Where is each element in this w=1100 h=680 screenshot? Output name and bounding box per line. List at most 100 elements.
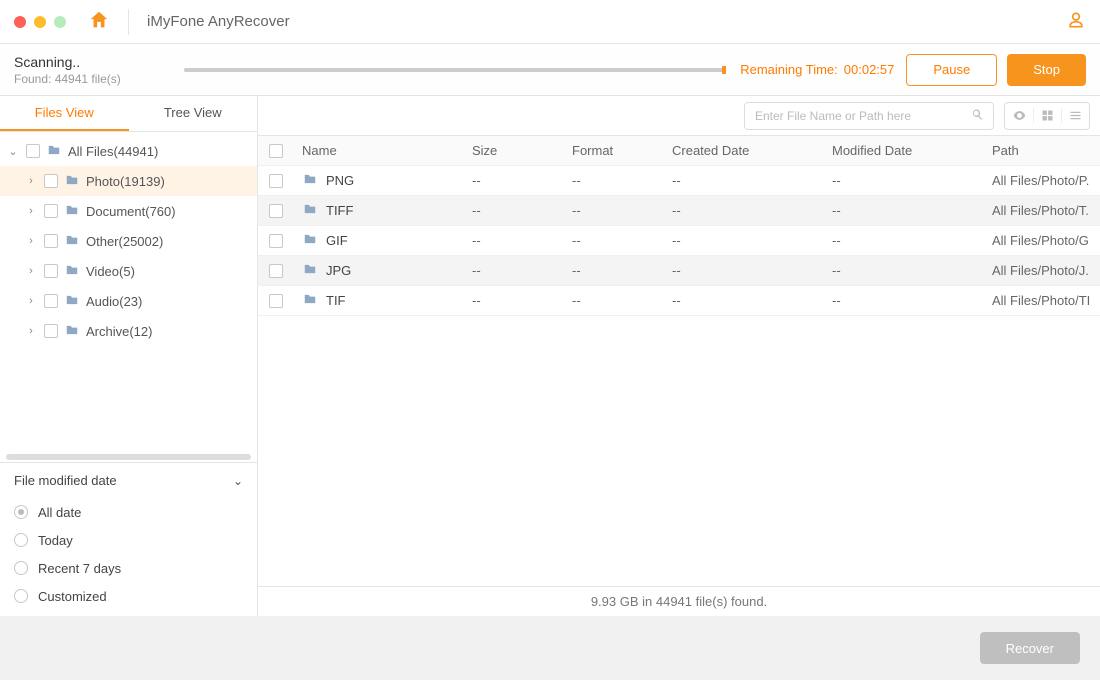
cell-path: All Files/Photo/T. [984, 203, 1100, 218]
cell-name: PNG [326, 173, 354, 188]
pause-button[interactable]: Pause [906, 54, 997, 86]
filter-option[interactable]: Customized [14, 582, 243, 610]
tree-checkbox[interactable] [44, 294, 58, 308]
row-checkbox[interactable] [269, 234, 283, 248]
table-row[interactable]: GIF--------All Files/Photo/G [258, 226, 1100, 256]
col-modified[interactable]: Modified Date [824, 143, 984, 158]
tree-toggle-icon[interactable]: › [24, 175, 38, 187]
cell-path: All Files/Photo/TI [984, 293, 1100, 308]
folder-icon [302, 232, 326, 249]
tree-item[interactable]: ›Document(760) [0, 196, 257, 226]
cell-format: -- [564, 173, 664, 188]
tree-label: All Files(44941) [68, 144, 158, 159]
col-created[interactable]: Created Date [664, 143, 824, 158]
list-view-icon[interactable] [1061, 108, 1089, 123]
file-tree: ⌄ All Files(44941) ›Photo(19139)›Document(… [0, 132, 257, 454]
radio-icon[interactable] [14, 505, 28, 519]
col-path[interactable]: Path [984, 143, 1100, 158]
table-row[interactable]: JPG--------All Files/Photo/J. [258, 256, 1100, 286]
status-bar: Scanning.. Found: 44941 file(s) Remainin… [0, 44, 1100, 96]
search-input[interactable] [753, 108, 970, 124]
radio-icon[interactable] [14, 589, 28, 603]
cell-size: -- [464, 293, 564, 308]
filter-header[interactable]: File modified date ⌄ [14, 473, 243, 488]
tree-item[interactable]: ›Photo(19139) [0, 166, 257, 196]
tree-item[interactable]: ⌄ All Files(44941) [0, 136, 257, 166]
cell-created: -- [664, 173, 824, 188]
content-pane: Name Size Format Created Date Modified D… [258, 96, 1100, 616]
user-icon[interactable] [1066, 10, 1086, 33]
tree-item[interactable]: ›Audio(23) [0, 286, 257, 316]
cell-modified: -- [824, 263, 984, 278]
sidebar: Files View Tree View ⌄ All Files(44941) ›P… [0, 96, 258, 616]
tree-toggle-icon[interactable]: › [24, 295, 38, 307]
row-checkbox[interactable] [269, 174, 283, 188]
tree-checkbox[interactable] [44, 204, 58, 218]
tree-label: Video(5) [86, 264, 135, 279]
tree-checkbox[interactable] [44, 324, 58, 338]
cell-name: TIFF [326, 203, 353, 218]
radio-icon[interactable] [14, 561, 28, 575]
tree-item[interactable]: › Video(5) [0, 256, 257, 286]
zoom-window-icon[interactable] [54, 16, 66, 28]
cell-modified: -- [824, 293, 984, 308]
tree-label: Archive(12) [86, 324, 152, 339]
tab-tree-view[interactable]: Tree View [129, 96, 258, 131]
tree-item[interactable]: ›Other(25002) [0, 226, 257, 256]
cell-path: All Files/Photo/J. [984, 263, 1100, 278]
close-window-icon[interactable] [14, 16, 26, 28]
table-row[interactable]: TIF--------All Files/Photo/TI [258, 286, 1100, 316]
cell-created: -- [664, 293, 824, 308]
tree-scrollbar[interactable] [6, 454, 251, 460]
cell-size: -- [464, 263, 564, 278]
radio-icon[interactable] [14, 533, 28, 547]
stop-button[interactable]: Stop [1007, 54, 1086, 86]
filter-title: File modified date [14, 473, 117, 488]
table-row[interactable]: PNG--------All Files/Photo/P. [258, 166, 1100, 196]
tree-checkbox[interactable] [26, 144, 40, 158]
results-summary: 9.93 GB in 44941 file(s) found. [258, 586, 1100, 616]
title-bar: iMyFone AnyRecover [0, 0, 1100, 44]
row-checkbox[interactable] [269, 204, 283, 218]
row-checkbox[interactable] [269, 264, 283, 278]
table-header: Name Size Format Created Date Modified D… [258, 136, 1100, 166]
tree-toggle-icon[interactable]: › [24, 205, 38, 217]
table-row[interactable]: TIFF--------All Files/Photo/T. [258, 196, 1100, 226]
tree-checkbox[interactable] [44, 174, 58, 188]
results-table: Name Size Format Created Date Modified D… [258, 136, 1100, 586]
tree-checkbox[interactable] [44, 264, 58, 278]
home-icon[interactable] [88, 9, 110, 34]
col-format[interactable]: Format [564, 143, 664, 158]
filter-option-label: Recent 7 days [38, 561, 121, 576]
minimize-window-icon[interactable] [34, 16, 46, 28]
sidebar-tabs: Files View Tree View [0, 96, 257, 132]
divider [128, 9, 129, 35]
select-all-checkbox[interactable] [269, 144, 283, 158]
cell-modified: -- [824, 233, 984, 248]
tree-item[interactable]: › Archive(12) [0, 316, 257, 346]
col-name[interactable]: Name [294, 143, 464, 158]
row-checkbox[interactable] [269, 294, 283, 308]
folder-icon [64, 203, 86, 220]
tree-toggle-icon[interactable]: ⌄ [6, 145, 20, 158]
filter-option[interactable]: All date [14, 498, 243, 526]
tree-checkbox[interactable] [44, 234, 58, 248]
filter-option[interactable]: Today [14, 526, 243, 554]
preview-view-icon[interactable] [1005, 108, 1033, 123]
search-icon[interactable] [970, 107, 985, 125]
tab-files-view[interactable]: Files View [0, 96, 129, 131]
remaining-time-value: 00:02:57 [844, 62, 895, 77]
tree-toggle-icon[interactable]: › [24, 265, 38, 277]
cell-format: -- [564, 293, 664, 308]
tree-toggle-icon[interactable]: › [24, 325, 38, 337]
filter-option[interactable]: Recent 7 days [14, 554, 243, 582]
search-box[interactable] [744, 102, 994, 130]
cell-path: All Files/Photo/P. [984, 173, 1100, 188]
recover-button[interactable]: Recover [980, 632, 1080, 664]
tree-toggle-icon[interactable]: › [24, 235, 38, 247]
filter-option-label: All date [38, 505, 81, 520]
folder-icon [64, 323, 86, 340]
col-size[interactable]: Size [464, 143, 564, 158]
grid-view-icon[interactable] [1033, 108, 1061, 123]
cell-format: -- [564, 203, 664, 218]
